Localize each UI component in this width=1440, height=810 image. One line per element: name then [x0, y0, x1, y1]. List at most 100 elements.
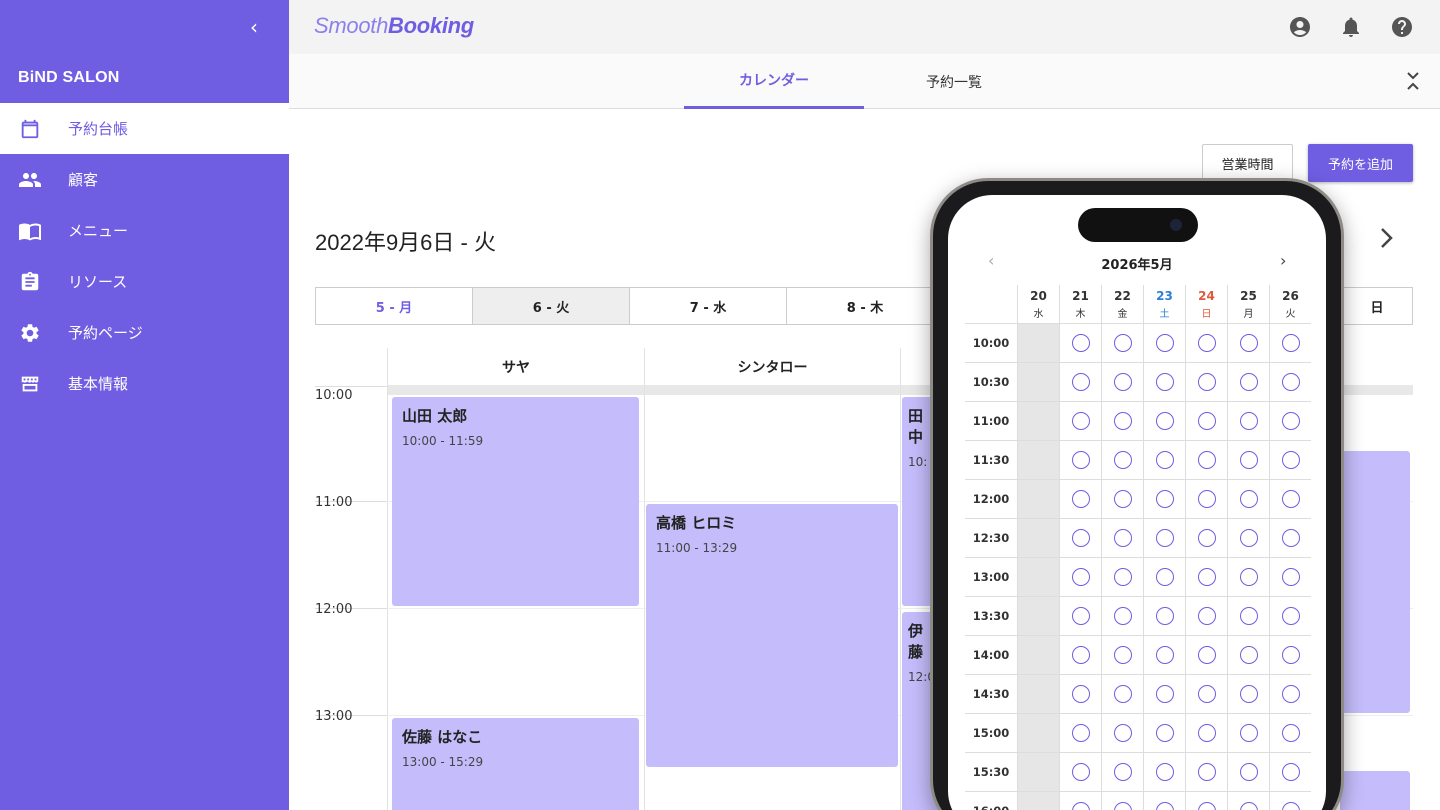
- available-slot[interactable]: [1269, 519, 1311, 557]
- available-slot[interactable]: [1143, 441, 1185, 479]
- available-slot[interactable]: [1059, 441, 1101, 479]
- available-slot[interactable]: [1227, 714, 1269, 752]
- available-slot[interactable]: [1227, 753, 1269, 791]
- available-slot[interactable]: [1269, 363, 1311, 401]
- appointment-card[interactable]: 高橋 ヒロミ 11:00 - 13:29: [646, 504, 898, 767]
- available-slot[interactable]: [1269, 636, 1311, 674]
- collapse-expand-icon[interactable]: [1406, 69, 1420, 93]
- collapse-sidebar-button[interactable]: ‹: [244, 16, 264, 38]
- sidebar-item-customers[interactable]: 顧客: [0, 154, 289, 205]
- available-slot[interactable]: [1185, 714, 1227, 752]
- available-slot[interactable]: [1059, 363, 1101, 401]
- tab-reservation-list[interactable]: 予約一覧: [864, 54, 1044, 109]
- available-slot[interactable]: [1185, 480, 1227, 518]
- day-tab[interactable]: 日: [1342, 288, 1412, 324]
- sidebar-item-resources[interactable]: リソース: [0, 256, 289, 307]
- available-slot[interactable]: [1059, 675, 1101, 713]
- available-slot[interactable]: [1227, 792, 1269, 810]
- business-hours-button[interactable]: 営業時間: [1202, 144, 1293, 182]
- available-slot[interactable]: [1101, 597, 1143, 635]
- available-slot[interactable]: [1143, 675, 1185, 713]
- available-slot[interactable]: [1227, 519, 1269, 557]
- available-slot[interactable]: [1101, 441, 1143, 479]
- available-slot[interactable]: [1269, 402, 1311, 440]
- available-slot[interactable]: [1059, 714, 1101, 752]
- available-slot[interactable]: [1143, 597, 1185, 635]
- available-slot[interactable]: [1059, 636, 1101, 674]
- available-slot[interactable]: [1269, 792, 1311, 810]
- day-tab[interactable]: 6 - 火: [473, 288, 630, 324]
- available-slot[interactable]: [1227, 558, 1269, 596]
- add-reservation-button[interactable]: 予約を追加: [1308, 144, 1413, 182]
- available-slot[interactable]: [1101, 324, 1143, 362]
- available-slot[interactable]: [1143, 402, 1185, 440]
- sidebar-item-booking-page[interactable]: 予約ページ: [0, 307, 289, 358]
- available-slot[interactable]: [1227, 480, 1269, 518]
- tab-calendar[interactable]: カレンダー: [684, 54, 864, 109]
- available-slot[interactable]: [1269, 480, 1311, 518]
- available-slot[interactable]: [1101, 519, 1143, 557]
- available-slot[interactable]: [1101, 753, 1143, 791]
- available-slot[interactable]: [1101, 675, 1143, 713]
- available-slot[interactable]: [1059, 597, 1101, 635]
- available-slot[interactable]: [1143, 792, 1185, 810]
- available-slot[interactable]: [1269, 597, 1311, 635]
- available-slot[interactable]: [1269, 558, 1311, 596]
- available-slot[interactable]: [1185, 324, 1227, 362]
- available-slot[interactable]: [1143, 480, 1185, 518]
- sidebar-item-basic-info[interactable]: 基本情報: [0, 358, 289, 409]
- available-slot[interactable]: [1101, 714, 1143, 752]
- account-icon[interactable]: [1288, 15, 1312, 39]
- help-icon[interactable]: [1390, 15, 1414, 39]
- available-slot[interactable]: [1059, 519, 1101, 557]
- available-slot[interactable]: [1059, 324, 1101, 362]
- available-slot[interactable]: [1185, 519, 1227, 557]
- available-slot[interactable]: [1185, 636, 1227, 674]
- available-slot[interactable]: [1101, 636, 1143, 674]
- available-slot[interactable]: [1101, 363, 1143, 401]
- available-slot[interactable]: [1185, 441, 1227, 479]
- appointment-card[interactable]: 山田 太郎 10:00 - 11:59: [392, 397, 639, 606]
- available-slot[interactable]: [1227, 324, 1269, 362]
- available-slot[interactable]: [1269, 324, 1311, 362]
- available-slot[interactable]: [1227, 597, 1269, 635]
- available-slot[interactable]: [1269, 441, 1311, 479]
- available-slot[interactable]: [1101, 480, 1143, 518]
- available-slot[interactable]: [1143, 324, 1185, 362]
- bell-icon[interactable]: [1339, 15, 1363, 39]
- available-slot[interactable]: [1143, 714, 1185, 752]
- day-tab[interactable]: 7 - 水: [630, 288, 787, 324]
- available-slot[interactable]: [1059, 792, 1101, 810]
- available-slot[interactable]: [1227, 402, 1269, 440]
- available-slot[interactable]: [1227, 363, 1269, 401]
- available-slot[interactable]: [1101, 558, 1143, 596]
- sidebar-item-reservation-book[interactable]: 予約台帳: [0, 103, 289, 154]
- next-day-icon[interactable]: [1376, 224, 1398, 252]
- available-slot[interactable]: [1227, 441, 1269, 479]
- available-slot[interactable]: [1101, 402, 1143, 440]
- available-slot[interactable]: [1143, 363, 1185, 401]
- available-slot[interactable]: [1185, 597, 1227, 635]
- available-slot[interactable]: [1059, 402, 1101, 440]
- available-slot[interactable]: [1269, 714, 1311, 752]
- day-tab[interactable]: 8 - 木: [787, 288, 944, 324]
- available-slot[interactable]: [1185, 402, 1227, 440]
- sidebar-item-menu[interactable]: メニュー: [0, 205, 289, 256]
- available-slot[interactable]: [1143, 753, 1185, 791]
- next-month-icon[interactable]: ›: [1280, 251, 1286, 270]
- available-slot[interactable]: [1185, 558, 1227, 596]
- available-slot[interactable]: [1059, 480, 1101, 518]
- available-slot[interactable]: [1059, 558, 1101, 596]
- available-slot[interactable]: [1227, 636, 1269, 674]
- available-slot[interactable]: [1185, 363, 1227, 401]
- available-slot[interactable]: [1185, 753, 1227, 791]
- available-slot[interactable]: [1143, 636, 1185, 674]
- appointment-card[interactable]: [1340, 451, 1410, 713]
- available-slot[interactable]: [1101, 792, 1143, 810]
- available-slot[interactable]: [1143, 558, 1185, 596]
- available-slot[interactable]: [1185, 792, 1227, 810]
- available-slot[interactable]: [1227, 675, 1269, 713]
- appointment-card[interactable]: 佐藤 はなこ 13:00 - 15:29: [392, 718, 639, 810]
- available-slot[interactable]: [1269, 753, 1311, 791]
- day-tab[interactable]: 5 - 月: [316, 288, 473, 324]
